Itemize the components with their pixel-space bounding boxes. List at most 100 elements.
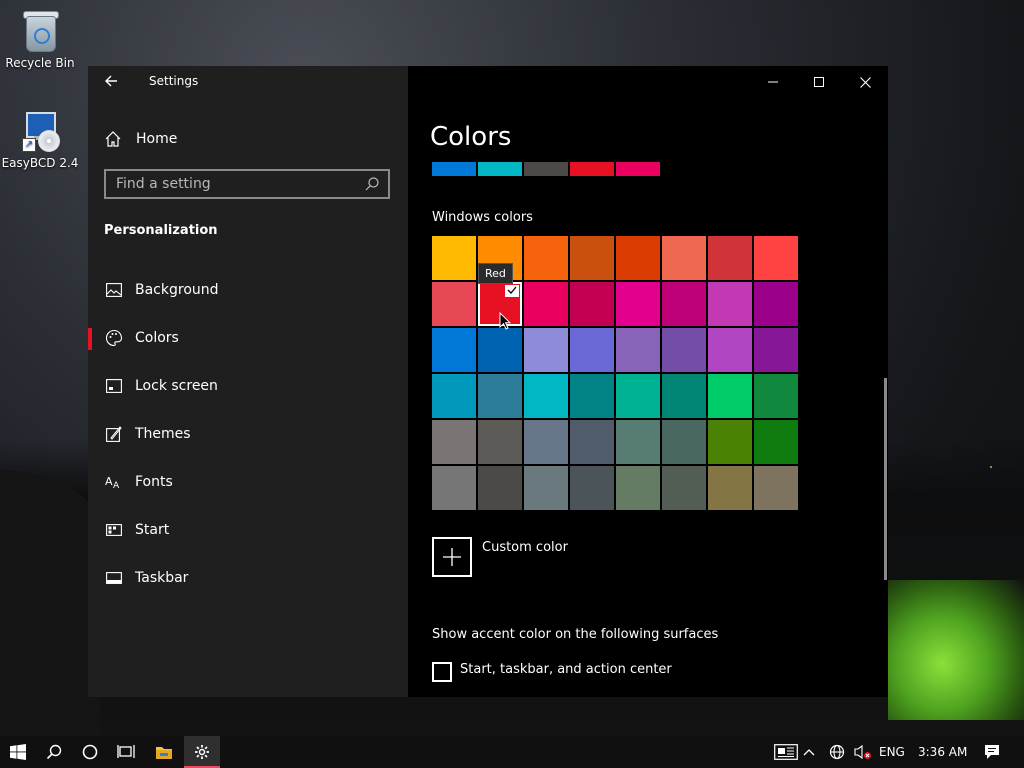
color-swatch[interactable]: [616, 374, 660, 418]
color-swatch[interactable]: [570, 374, 614, 418]
search-box[interactable]: Find a setting: [104, 169, 390, 199]
color-swatch[interactable]: [708, 236, 752, 280]
color-swatch[interactable]: [708, 466, 752, 510]
color-swatch[interactable]: [524, 420, 568, 464]
color-swatch[interactable]: [662, 420, 706, 464]
sidebar-item-label: Lock screen: [135, 378, 218, 394]
settings-taskbar-button[interactable]: [184, 736, 220, 768]
page-title: Colors: [430, 122, 512, 152]
sidebar-item-label: Fonts: [135, 474, 173, 490]
color-swatch[interactable]: [754, 236, 798, 280]
color-swatch[interactable]: [708, 374, 752, 418]
color-swatch[interactable]: [662, 466, 706, 510]
cortana-button[interactable]: [72, 736, 108, 768]
sidebar-item-themes[interactable]: Themes: [88, 414, 408, 454]
recent-color-swatch[interactable]: [524, 162, 568, 176]
color-swatch[interactable]: [524, 282, 568, 326]
search-taskbar-button[interactable]: [36, 736, 72, 768]
wallpaper-hill: [0, 470, 100, 740]
sidebar-item-lock-screen[interactable]: Lock screen: [88, 366, 408, 406]
color-swatch[interactable]: [432, 420, 476, 464]
color-swatch[interactable]: [478, 328, 522, 372]
color-swatch[interactable]: [478, 466, 522, 510]
color-swatch[interactable]: [662, 236, 706, 280]
color-swatch[interactable]: [524, 236, 568, 280]
file-explorer-button[interactable]: [146, 736, 182, 768]
color-swatch[interactable]: [616, 282, 660, 326]
sidebar-item-start[interactable]: Start: [88, 510, 408, 550]
recycle-bin-icon: [20, 8, 60, 52]
sidebar-item-taskbar[interactable]: Taskbar: [88, 558, 408, 598]
search-icon: [46, 744, 62, 760]
sidebar-item-colors[interactable]: Colors: [88, 318, 408, 358]
desktop-icon-easybcd[interactable]: ↗ EasyBCD 2.4: [0, 108, 80, 170]
recent-color-swatch[interactable]: [616, 162, 660, 176]
sidebar-item-label: Colors: [135, 330, 179, 346]
task-view-button[interactable]: [108, 736, 144, 768]
picture-icon: [104, 280, 124, 300]
color-swatch[interactable]: [570, 282, 614, 326]
color-swatch[interactable]: [478, 374, 522, 418]
color-swatch[interactable]: [616, 328, 660, 372]
action-center-button[interactable]: [974, 736, 1010, 768]
volume-button[interactable]: [850, 736, 876, 768]
start-taskbar-checkbox[interactable]: [432, 662, 452, 682]
color-swatch[interactable]: [570, 236, 614, 280]
color-swatch[interactable]: [616, 466, 660, 510]
color-swatch[interactable]: [616, 236, 660, 280]
color-swatch[interactable]: [570, 420, 614, 464]
minimize-button[interactable]: [750, 66, 796, 98]
language-indicator[interactable]: ENG: [879, 736, 905, 768]
desktop-icon-recycle-bin[interactable]: Recycle Bin: [0, 8, 80, 70]
search-input[interactable]: Find a setting: [106, 176, 364, 192]
clock[interactable]: 3:36 AM: [918, 736, 967, 768]
color-swatch[interactable]: [708, 420, 752, 464]
color-swatch[interactable]: [432, 282, 476, 326]
mouse-cursor-icon: [499, 312, 511, 330]
color-swatch[interactable]: [570, 466, 614, 510]
svg-text:A: A: [113, 481, 120, 489]
color-swatch[interactable]: [662, 282, 706, 326]
color-swatch[interactable]: [708, 282, 752, 326]
color-swatch[interactable]: [432, 328, 476, 372]
color-swatch[interactable]: [662, 328, 706, 372]
color-swatch[interactable]: [754, 374, 798, 418]
sidebar-item-home[interactable]: Home: [104, 126, 394, 152]
color-swatch[interactable]: [754, 420, 798, 464]
network-button[interactable]: [822, 736, 852, 768]
close-button[interactable]: [842, 66, 888, 98]
scrollbar-thumb[interactable]: [884, 378, 887, 580]
wallpaper-star: [990, 466, 992, 468]
color-swatch[interactable]: [432, 374, 476, 418]
show-hidden-icons-button[interactable]: [796, 736, 822, 768]
sidebar-item-background[interactable]: Background: [88, 270, 408, 310]
color-swatch[interactable]: [570, 328, 614, 372]
color-swatch[interactable]: [432, 236, 476, 280]
color-swatch[interactable]: [662, 374, 706, 418]
color-swatch[interactable]: [478, 420, 522, 464]
custom-color-button[interactable]: [432, 537, 472, 577]
recent-color-swatch[interactable]: [570, 162, 614, 176]
color-swatch[interactable]: [616, 420, 660, 464]
search-icon[interactable]: [364, 176, 380, 192]
color-swatch[interactable]: [524, 328, 568, 372]
recent-color-swatch[interactable]: [478, 162, 522, 176]
back-button[interactable]: [104, 72, 120, 92]
color-swatch[interactable]: [708, 328, 752, 372]
palette-icon: [104, 328, 124, 348]
color-swatch[interactable]: [432, 466, 476, 510]
start-button[interactable]: [0, 736, 36, 768]
custom-color-label[interactable]: Custom color: [482, 540, 568, 555]
sidebar-item-fonts[interactable]: AA Fonts: [88, 462, 408, 502]
sidebar: Settings Home Find a setting Personaliza…: [88, 66, 408, 697]
checkbox-label[interactable]: Start, taskbar, and action center: [460, 662, 672, 677]
color-swatch[interactable]: [524, 374, 568, 418]
maximize-button[interactable]: [796, 66, 842, 98]
globe-icon: [829, 744, 845, 760]
taskbar-icon: [104, 568, 124, 588]
color-swatch[interactable]: [754, 466, 798, 510]
color-swatch[interactable]: [524, 466, 568, 510]
recent-color-swatch[interactable]: [432, 162, 476, 176]
color-swatch[interactable]: [754, 282, 798, 326]
color-swatch[interactable]: [754, 328, 798, 372]
